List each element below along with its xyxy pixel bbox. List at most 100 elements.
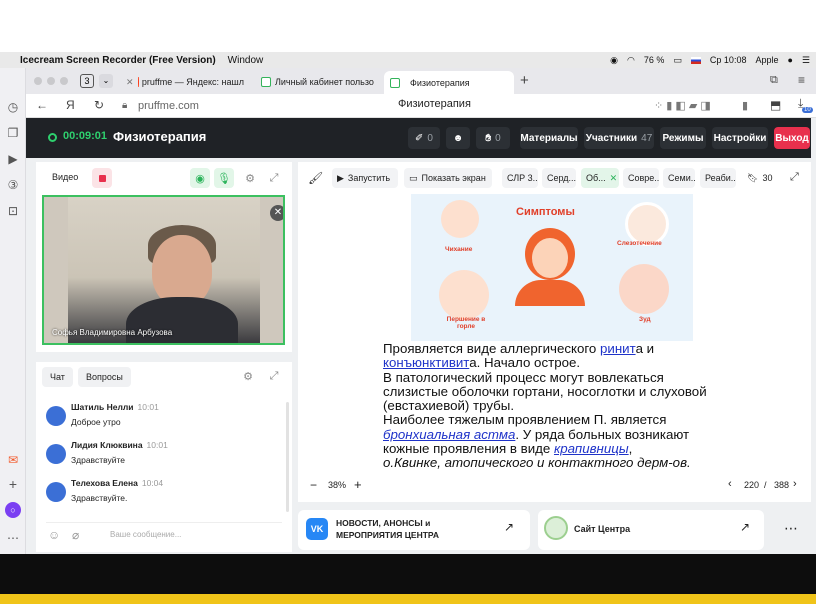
- extensions-icon[interactable]: ⁘ ▮ ◧ ▰ ◨: [654, 99, 711, 112]
- menubar-app-name[interactable]: Icecream Screen Recorder (Free Version): [20, 55, 216, 66]
- page-separator: /: [764, 480, 767, 490]
- external-link-icon[interactable]: ↗: [504, 520, 514, 534]
- microphone-toggle-button[interactable]: 🎙︎: [214, 168, 234, 188]
- sidebar-toggle-icon[interactable]: ⬒: [770, 98, 781, 112]
- doc-tab[interactable]: Серд...: [542, 168, 576, 188]
- tab-actions-icon[interactable]: ⧉: [770, 74, 778, 87]
- battery-icon[interactable]: ▭: [673, 55, 682, 66]
- emoji-button[interactable]: ☻: [446, 127, 470, 149]
- news-card[interactable]: VK НОВОСТИ, АНОНСЫ и МЕРОПРИЯТИЯ ЦЕНТРА …: [298, 510, 530, 550]
- doc-tab-active[interactable]: Об... ✕: [581, 168, 619, 188]
- menubar-user[interactable]: Apple: [755, 55, 778, 65]
- mail-icon[interactable]: ✉: [5, 452, 21, 468]
- menubar-user-icon[interactable]: ●: [787, 55, 792, 65]
- brush-icon[interactable]: 🖌︎: [308, 171, 323, 185]
- video-expand-button[interactable]: ⤢: [264, 168, 284, 188]
- tab-count[interactable]: 3: [80, 74, 94, 88]
- menubar-extra-icon[interactable]: ◉: [610, 55, 618, 66]
- message-input[interactable]: Ваше сообщение...: [110, 530, 280, 539]
- fullscreen-icon[interactable]: ⤢: [790, 171, 799, 184]
- settings-button[interactable]: Настройки: [712, 127, 768, 149]
- sore-throat-label: Першение в горле: [446, 316, 486, 330]
- play-icon: ▶: [337, 172, 344, 183]
- doc-tab[interactable]: Реаби...: [700, 168, 736, 188]
- rhinitis-link[interactable]: ринит: [600, 341, 636, 356]
- new-tab-button[interactable]: +: [520, 72, 529, 89]
- chat-message: Шатиль Нелли 10:01 Доброе утро: [46, 402, 276, 436]
- video-settings-button[interactable]: ⚙: [240, 168, 260, 188]
- slide-text-segment: а. Начало острое.: [469, 355, 581, 371]
- page-current[interactable]: 220: [744, 480, 759, 490]
- back-icon[interactable]: ←: [36, 98, 48, 112]
- close-icon[interactable]: ✕: [610, 173, 618, 184]
- doc-tab[interactable]: СЛР 3...: [502, 168, 538, 188]
- flag-icon[interactable]: [690, 56, 701, 64]
- url-field[interactable]: 🔒︎ pruffme.com: [118, 97, 238, 115]
- message-author: Телехова Елена: [71, 478, 138, 488]
- zoom-in-button[interactable]: +: [354, 477, 362, 492]
- alice-icon[interactable]: ○: [5, 502, 21, 518]
- attach-icon[interactable]: ⌀: [72, 528, 79, 542]
- message-time: 10:01: [146, 440, 168, 450]
- tab-cabinet[interactable]: Личный кабинет пользо: [255, 72, 380, 92]
- doc-tab[interactable]: Семи...: [663, 168, 695, 188]
- emoji-icon[interactable]: ☺: [48, 528, 60, 542]
- raise-hand-button[interactable]: ✋︎ 0: [476, 127, 510, 149]
- external-link-icon[interactable]: ↗: [740, 520, 750, 534]
- battery-label[interactable]: 76 %: [644, 55, 665, 65]
- tab-physio[interactable]: Физиотерапия: [384, 71, 514, 94]
- more-icon[interactable]: ⋯: [784, 520, 798, 537]
- more-icon[interactable]: ⋯: [5, 530, 21, 546]
- pins-button[interactable]: ✐ 0: [408, 127, 440, 149]
- chat-expand-button[interactable]: ⤢: [264, 366, 284, 386]
- tab-questions[interactable]: Вопросы: [78, 367, 131, 387]
- next-page-icon[interactable]: ›: [793, 478, 797, 490]
- presentation-area: 🖌︎ ▶ Запустить ▭ Показать экран СЛР 3... С…: [298, 162, 811, 502]
- avatar[interactable]: [46, 444, 66, 464]
- tab-list-chevron-icon[interactable]: ⌄: [99, 74, 113, 88]
- session-timer: 00:09:01: [63, 130, 108, 142]
- chat-settings-button[interactable]: ⚙: [238, 366, 258, 386]
- close-icon[interactable]: ✕: [270, 205, 283, 221]
- wifi-icon[interactable]: ◠: [627, 55, 635, 66]
- asthma-link[interactable]: бронхиальная астма: [383, 427, 515, 442]
- speaker-video[interactable]: ✕ Софья Владимировна Арбузова: [42, 195, 285, 345]
- camera-toggle-button[interactable]: ◉: [190, 168, 210, 188]
- history-icon[interactable]: ◷: [5, 99, 21, 115]
- reload-icon[interactable]: ↻: [94, 98, 104, 112]
- screenshot-icon[interactable]: ⊡: [5, 203, 21, 219]
- menubar-datetime[interactable]: Ср 10:08: [710, 55, 747, 65]
- prev-page-icon[interactable]: ‹: [728, 478, 732, 490]
- smile-icon: ☻: [452, 132, 464, 144]
- participants-button[interactable]: Участники 47: [584, 127, 654, 149]
- materials-button[interactable]: Материалы: [520, 127, 578, 149]
- modes-button[interactable]: Режимы: [660, 127, 706, 149]
- stop-video-button[interactable]: [92, 168, 112, 188]
- menubar-window[interactable]: Window: [228, 55, 264, 66]
- collections-icon[interactable]: ❐: [5, 125, 21, 141]
- slide-text-segment: В патологический процесс могут вовлекать…: [383, 369, 707, 414]
- close-icon[interactable]: ✕: [126, 77, 134, 88]
- doc-tab[interactable]: Совре...: [623, 168, 659, 188]
- yandex-logo-icon[interactable]: Я: [66, 98, 75, 112]
- site-card[interactable]: Сайт Центра ↗: [538, 510, 764, 550]
- control-center-icon[interactable]: ☰: [802, 55, 810, 66]
- app-header: 00:09:01 Физиотерапия ✐ 0 ☻ ✋︎ 0 Материа…: [26, 118, 816, 158]
- tab-yandex[interactable]: ✕ pruffme — Яндекс: нашл: [120, 72, 250, 92]
- share-screen-button[interactable]: ▭ Показать экран: [404, 168, 492, 188]
- tab-chat[interactable]: Чат: [42, 367, 73, 387]
- bookmark-icon[interactable]: ▮: [742, 99, 748, 112]
- add-icon[interactable]: +: [5, 476, 21, 492]
- bookmarks-button[interactable]: 🔖︎ 30: [742, 168, 778, 188]
- video-icon[interactable]: ▶: [5, 151, 21, 167]
- menu-icon[interactable]: ≡: [798, 73, 805, 87]
- avatar[interactable]: [46, 482, 66, 502]
- chat-scrollbar[interactable]: [286, 402, 289, 512]
- conjunctivitis-link[interactable]: конъюнктивит: [383, 355, 469, 370]
- zoom-out-button[interactable]: −: [310, 478, 317, 492]
- avatar[interactable]: [46, 406, 66, 426]
- exit-button[interactable]: Выход: [774, 127, 810, 149]
- urticaria-link[interactable]: крапивницы: [554, 441, 629, 456]
- tabs-icon[interactable]: ③: [5, 177, 21, 193]
- start-button[interactable]: ▶ Запустить: [332, 168, 398, 188]
